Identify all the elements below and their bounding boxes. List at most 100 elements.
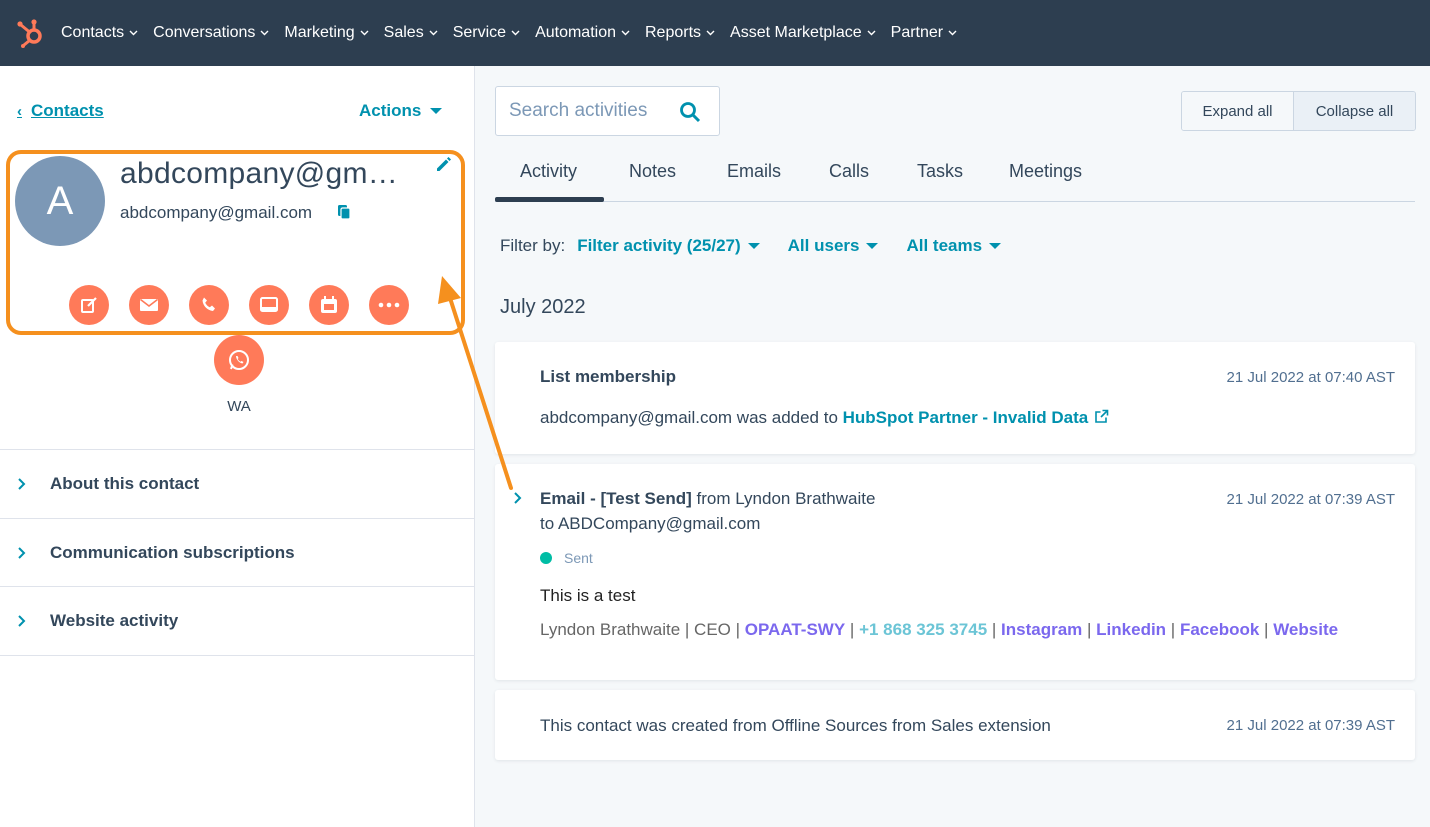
active-tab-indicator xyxy=(495,197,604,202)
more-icon xyxy=(378,302,400,308)
card-title: List membership xyxy=(540,367,677,386)
nav-conversations[interactable]: Conversations xyxy=(153,24,269,42)
filter-users-dropdown[interactable]: All users xyxy=(788,236,879,256)
contact-name: abdcompany@gm… xyxy=(120,157,399,190)
caret-down-icon xyxy=(989,243,1002,249)
filter-bar: Filter by: Filter activity (25/27) All u… xyxy=(500,236,1029,256)
section-communication-subscriptions[interactable]: Communication subscriptions xyxy=(0,518,474,587)
email-header: Email - [Test Send] from Lyndon Brathwai… xyxy=(540,489,875,509)
email-body: This is a test xyxy=(540,586,636,605)
search-icon[interactable] xyxy=(679,101,701,123)
expand-all-button[interactable]: Expand all xyxy=(1182,92,1294,130)
whatsapp-button[interactable] xyxy=(214,335,264,385)
status-text: Sent xyxy=(564,550,593,566)
nav-label: Sales xyxy=(383,24,424,41)
sig-website-link[interactable]: Website xyxy=(1273,620,1338,639)
nav-label: Automation xyxy=(535,24,616,41)
email-button[interactable] xyxy=(129,285,169,325)
filter-users-label: All users xyxy=(787,236,860,255)
search-box xyxy=(495,86,720,136)
tab-tasks[interactable]: Tasks xyxy=(917,161,963,182)
nav-contacts[interactable]: Contacts xyxy=(61,24,138,42)
sig-instagram-link[interactable]: Instagram xyxy=(1001,620,1082,639)
list-membership-card: List membership 21 Jul 2022 at 07:40 AST… xyxy=(495,342,1415,454)
caret-down-icon xyxy=(747,243,760,249)
tab-activity[interactable]: Activity xyxy=(520,161,577,182)
nav-marketing[interactable]: Marketing xyxy=(284,24,369,42)
nav-asset-marketplace[interactable]: Asset Marketplace xyxy=(730,24,876,42)
nav-service[interactable]: Service xyxy=(453,24,520,42)
note-icon xyxy=(81,297,97,313)
section-website-activity[interactable]: Website activity xyxy=(0,586,474,655)
chevron-right-icon xyxy=(18,615,26,627)
filter-teams-dropdown[interactable]: All teams xyxy=(906,236,1002,256)
sig-linkedin-link[interactable]: Linkedin xyxy=(1096,620,1166,639)
hubspot-logo-icon[interactable] xyxy=(15,18,45,48)
copy-icon[interactable] xyxy=(336,204,352,220)
card-body: abdcompany@gmail.com was added to HubSpo… xyxy=(540,408,1109,428)
nav-partner[interactable]: Partner xyxy=(891,24,957,42)
timestamp: 21 Jul 2022 at 07:39 AST xyxy=(1226,491,1395,508)
back-link-label: Contacts xyxy=(31,101,104,120)
nav-reports[interactable]: Reports xyxy=(645,24,715,42)
nav-label: Service xyxy=(452,24,507,41)
status-badge: Sent xyxy=(540,550,593,566)
external-link-icon[interactable] xyxy=(1094,409,1109,424)
chevron-right-icon xyxy=(18,547,26,559)
chevron-down-icon xyxy=(511,30,520,36)
nav-label: Partner xyxy=(890,24,944,41)
actions-dropdown[interactable]: Actions xyxy=(359,101,443,121)
sig-facebook-link[interactable]: Facebook xyxy=(1180,620,1259,639)
back-to-contacts-link[interactable]: ‹ Contacts xyxy=(17,101,104,121)
filter-label: Filter by: xyxy=(500,236,566,255)
section-about-contact[interactable]: About this contact xyxy=(0,449,474,518)
chevron-down-icon xyxy=(621,30,630,36)
tab-meetings[interactable]: Meetings xyxy=(1009,161,1082,182)
filter-activity-dropdown[interactable]: Filter activity (25/27) xyxy=(577,236,760,256)
section-label: Website activity xyxy=(50,611,179,630)
sig-phone-link[interactable]: +1 868 325 3745 xyxy=(859,620,987,639)
nav-label: Contacts xyxy=(61,24,125,41)
status-dot-icon xyxy=(540,552,552,564)
section-label: Communication subscriptions xyxy=(50,543,295,562)
more-button[interactable] xyxy=(369,285,409,325)
list-link[interactable]: HubSpot Partner - Invalid Data xyxy=(843,408,1089,427)
section-label: About this contact xyxy=(50,474,200,493)
tab-notes[interactable]: Notes xyxy=(629,161,676,182)
call-button[interactable] xyxy=(189,285,229,325)
avatar: A xyxy=(15,156,105,246)
nav-label: Reports xyxy=(645,24,702,41)
activity-tabs: Activity Notes Emails Calls Tasks Meetin… xyxy=(495,156,1415,202)
meeting-button[interactable] xyxy=(309,285,349,325)
chevron-down-icon xyxy=(948,30,957,36)
pencil-icon[interactable] xyxy=(434,155,452,173)
contact-created-card: This contact was created from Offline So… xyxy=(495,690,1415,760)
search-input[interactable] xyxy=(509,100,669,122)
chevron-down-icon xyxy=(129,30,138,36)
chevron-right-icon[interactable] xyxy=(513,491,523,505)
email-from: from Lyndon Brathwaite xyxy=(691,489,876,508)
note-button[interactable] xyxy=(69,285,109,325)
chevron-down-icon xyxy=(260,30,269,36)
contact-sidebar: ‹ Contacts Actions A abdcompany@gm… abdc… xyxy=(0,66,475,827)
tab-emails[interactable]: Emails xyxy=(727,161,781,182)
top-nav: Contacts Conversations Marketing Sales S… xyxy=(0,0,1430,66)
sig-name: Lyndon Brathwaite | CEO | xyxy=(540,620,745,639)
timestamp: 21 Jul 2022 at 07:39 AST xyxy=(1226,717,1395,734)
activity-panel: Expand all Collapse all Activity Notes E… xyxy=(475,66,1430,827)
nav-label: Asset Marketplace xyxy=(730,24,862,41)
email-title[interactable]: Email - [Test Send] xyxy=(540,489,692,508)
nav-sales[interactable]: Sales xyxy=(384,24,438,42)
month-header: July 2022 xyxy=(500,296,586,318)
meeting-icon xyxy=(321,296,337,313)
whatsapp-icon xyxy=(229,350,249,370)
caret-down-icon xyxy=(866,243,879,249)
collapse-all-button[interactable]: Collapse all xyxy=(1294,92,1415,130)
sig-separator: | xyxy=(1259,620,1274,639)
chevron-down-icon xyxy=(360,30,369,36)
sig-company-link[interactable]: OPAAT-SWY xyxy=(745,620,845,639)
nav-label: Conversations xyxy=(153,24,256,41)
nav-automation[interactable]: Automation xyxy=(535,24,630,42)
task-button[interactable] xyxy=(249,285,289,325)
tab-calls[interactable]: Calls xyxy=(829,161,869,182)
